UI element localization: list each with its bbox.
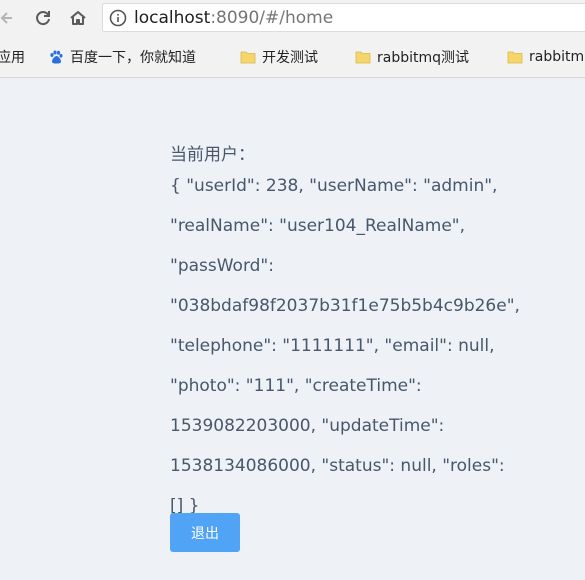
- current-user-title: 当前用户：: [170, 145, 255, 165]
- bookmark-folder-dev-test[interactable]: 开发测试: [240, 47, 318, 67]
- current-user-json: { "userId": 238, "userName": "admin", "r…: [170, 166, 520, 526]
- page-content: 当前用户： { "userId": 238, "userName": "admi…: [0, 78, 585, 580]
- baidu-icon: [50, 50, 63, 64]
- user-json-line: 1539082203000, "updateTime":: [170, 416, 445, 436]
- bookmark-label: 开发测试: [262, 50, 318, 66]
- bookmark-folder-rabbitmq[interactable]: rabbitmq测试: [355, 47, 469, 67]
- address-bar[interactable]: localhost:8090/#/home: [102, 3, 585, 32]
- url-path: :8090/#/home: [210, 8, 334, 28]
- bookmark-label: rabbitmq测试: [377, 50, 470, 66]
- user-json-line: "038bdaf98f2037b31f1e75b5b4c9b26e",: [170, 296, 520, 316]
- logout-button[interactable]: 退出: [170, 513, 240, 552]
- bookmark-baidu[interactable]: 百度一下，你就知道: [48, 47, 196, 67]
- bookmark-apps[interactable]: 应用: [0, 47, 25, 67]
- current-user-panel: 当前用户： { "userId": 238, "userName": "admi…: [170, 142, 520, 526]
- bookmark-folder-rabbitm[interactable]: rabbitm: [507, 47, 584, 67]
- info-icon[interactable]: [109, 9, 127, 27]
- home-icon[interactable]: [66, 6, 90, 30]
- url-text: localhost:8090/#/home: [134, 8, 333, 28]
- folder-icon: [240, 51, 256, 64]
- user-json-line: { "userId": 238, "userName": "admin",: [170, 176, 498, 196]
- folder-icon: [507, 51, 523, 64]
- user-json-line: "telephone": "1111111", "email": null,: [170, 336, 495, 356]
- user-json-line: "photo": "111", "createTime":: [170, 376, 422, 396]
- bookmark-apps-label: 应用: [0, 50, 25, 66]
- bookmark-label: rabbitm: [529, 49, 585, 65]
- browser-toolbar: localhost:8090/#/home: [0, 0, 585, 36]
- back-arrow-icon[interactable]: [0, 6, 20, 30]
- reload-icon[interactable]: [31, 6, 55, 30]
- bookmark-label: 百度一下，你就知道: [70, 50, 196, 66]
- bookmarks-bar: 应用 百度一下，你就知道 开发测试 rabbitmq测试 rabbitm: [0, 36, 585, 78]
- user-json-line: "passWord":: [170, 256, 274, 276]
- url-host: localhost: [134, 8, 211, 28]
- folder-icon: [355, 51, 371, 64]
- user-json-line: "realName": "user104_RealName",: [170, 216, 466, 236]
